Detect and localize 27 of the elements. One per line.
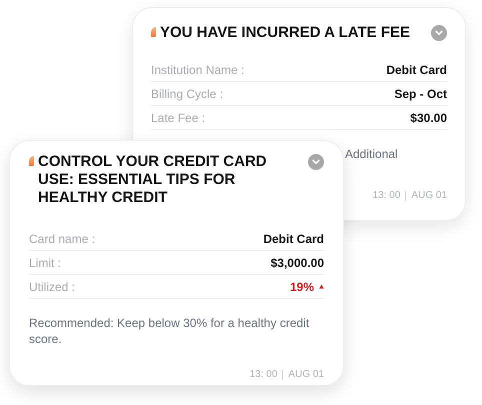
up-triangle-icon [319, 284, 324, 289]
field-value: $30.00 [410, 110, 447, 126]
chevron-down-icon [435, 30, 443, 36]
time-text: 13: 00 [372, 189, 400, 203]
message-text: Recommended: Keep below 30% for a healthy credit score. [29, 315, 310, 347]
field-value: 19% [290, 278, 314, 296]
field-value: Sep - Oct [394, 86, 447, 102]
date-text: AUG 01 [411, 189, 447, 203]
chevron-down-icon [312, 159, 320, 165]
accent-mark [151, 27, 156, 37]
field-label: Billing Cycle : [151, 86, 224, 102]
field-value: Debit Card [386, 62, 447, 78]
expand-button[interactable] [308, 154, 324, 170]
field-value: Debit Card [263, 230, 324, 248]
date-text: AUG 01 [288, 368, 324, 382]
accent-mark [29, 156, 34, 166]
field-label: Late Fee : [151, 110, 206, 126]
field-value: $3,000.00 [270, 254, 324, 272]
expand-button[interactable] [431, 25, 447, 41]
field-label: Limit : [29, 254, 62, 272]
card-title: YOU HAVE INCURRED A LATE FEE [160, 24, 412, 42]
message-text: Additional [345, 146, 398, 162]
field-label: Utilized : [29, 278, 76, 296]
field-label: Card name : [29, 230, 96, 248]
time-text: 13: 00 [250, 368, 278, 382]
field-label: Institution Name : [151, 62, 244, 78]
card-title: CONTROL YOUR CREDIT CARD USE: ESSENTIAL TIPS FOR HEALTHY CREDIT [38, 153, 268, 207]
